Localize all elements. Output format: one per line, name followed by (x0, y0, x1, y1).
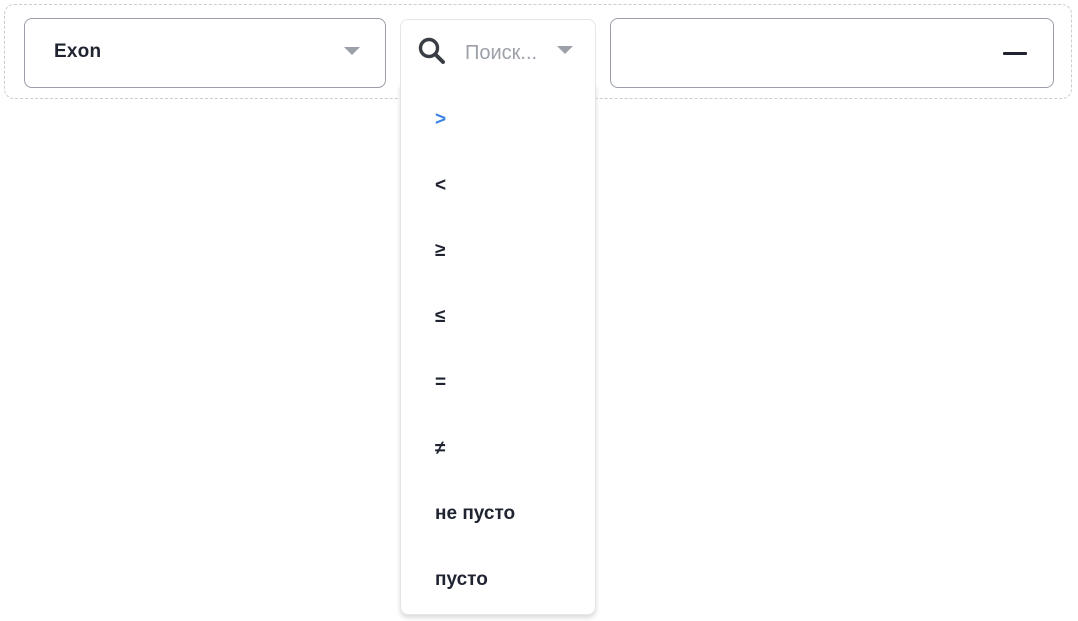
operator-option[interactable]: ≤ (401, 297, 595, 337)
operator-option[interactable]: ≥ (401, 231, 595, 271)
caret-down-icon (344, 47, 360, 55)
caret-down-icon[interactable] (557, 46, 573, 54)
operator-option[interactable]: < (401, 166, 595, 206)
operator-option[interactable]: > (401, 100, 595, 140)
operator-search-input[interactable] (465, 36, 551, 70)
field-select[interactable]: Exon (24, 18, 386, 88)
field-select-value: Exon (54, 41, 102, 62)
operator-dropdown: > < ≥ ≤ = ≠ не пусто пусто (400, 84, 596, 615)
operator-option[interactable]: не пусто (401, 494, 595, 534)
operator-option[interactable]: = (401, 363, 595, 403)
operator-option[interactable]: пусто (401, 560, 595, 600)
value-input[interactable] (610, 18, 1054, 88)
operator-select[interactable] (400, 19, 596, 86)
search-icon (418, 37, 445, 64)
minus-icon[interactable] (1003, 43, 1027, 65)
operator-option[interactable]: ≠ (401, 429, 595, 469)
